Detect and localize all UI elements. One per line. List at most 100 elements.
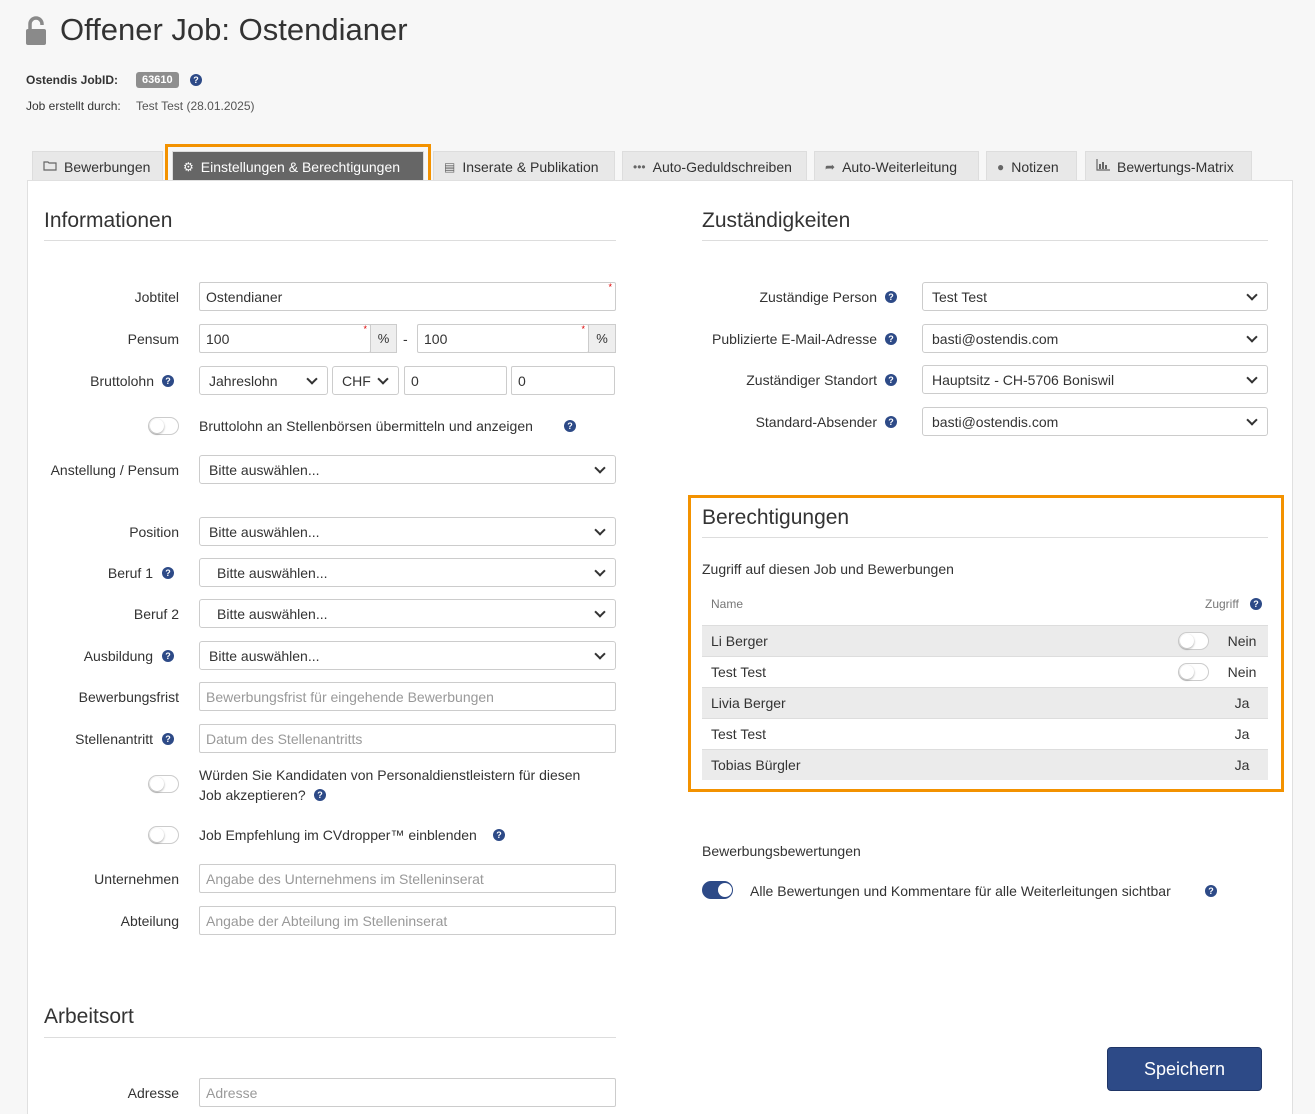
help-icon[interactable]: ? [190, 74, 202, 86]
help-icon[interactable]: ? [493, 829, 505, 841]
bar-chart-icon [1096, 159, 1110, 174]
ausbildung-select[interactable]: Bitte auswählen... [199, 641, 616, 670]
bruttolohn-from-input[interactable]: 0 [404, 366, 507, 395]
pensum-dash: - [403, 331, 408, 347]
save-button[interactable]: Speichern [1107, 1047, 1262, 1091]
personaldienstleister-label-line2: Job akzeptieren? [199, 787, 306, 803]
toggle-knob [1180, 634, 1194, 648]
bruttolohn-publish-toggle[interactable] [148, 417, 179, 435]
select-value: CHF [342, 372, 371, 389]
access-toggle[interactable] [1178, 663, 1209, 681]
tab-notizen[interactable]: ● Notizen [986, 151, 1077, 181]
tab-label: Bewerbungen [64, 158, 151, 175]
tab-bewertungs-matrix[interactable]: Bewertungs-Matrix [1085, 151, 1252, 181]
email-select[interactable]: basti@ostendis.com [922, 324, 1268, 353]
beruf1-label: Beruf 1 [107, 565, 153, 581]
table-row: Livia Berger Ja [702, 687, 1268, 718]
pensum-label: Pensum [127, 331, 179, 347]
table-row: Li Berger Nein [702, 625, 1268, 656]
bewertungen-visible-toggle[interactable] [702, 881, 733, 899]
select-value: Bitte auswählen... [209, 647, 320, 664]
help-icon[interactable]: ? [564, 420, 576, 432]
email-label: Publizierte E-Mail-Adresse [712, 331, 877, 347]
divider [44, 240, 616, 241]
help-icon[interactable]: ? [314, 789, 326, 801]
beruf2-select[interactable]: Bitte auswählen... [199, 599, 616, 628]
help-icon[interactable]: ? [885, 333, 897, 345]
chevron-down-icon [594, 564, 606, 577]
zustaendige-person-select[interactable]: Test Test [922, 282, 1268, 311]
unternehmen-label: Unternehmen [94, 871, 179, 887]
section-title-berechtigungen: Berechtigungen [702, 506, 850, 529]
cvdropper-toggle[interactable] [148, 826, 179, 844]
chevron-down-icon [1246, 413, 1258, 426]
beruf2-label: Beruf 2 [133, 606, 179, 622]
user-name: Test Test [711, 664, 766, 680]
standort-select[interactable]: Hauptsitz - CH-5706 Boniswil [922, 365, 1268, 394]
chevron-down-icon [1246, 330, 1258, 343]
tab-bewerbungen[interactable]: Bewerbungen [32, 151, 163, 181]
position-select[interactable]: Bitte auswählen... [199, 517, 616, 546]
help-icon[interactable]: ? [162, 650, 174, 662]
currency-select[interactable]: CHF [332, 366, 399, 395]
cvdropper-label: Job Empfehlung im CVdropper™ einblenden [199, 827, 477, 843]
jobid-badge: 63610 [136, 72, 179, 88]
jobtitel-label: Jobtitel [134, 289, 179, 305]
personaldienstleister-label-line1: Würden Sie Kandidaten von Personaldienst… [199, 767, 581, 783]
bruttolohn-to-input[interactable]: 0 [511, 366, 615, 395]
personaldienstleister-toggle[interactable] [148, 775, 179, 793]
user-name: Tobias Bürgler [711, 757, 801, 773]
tab-auto-geduldschreiben[interactable]: ••• Auto-Geduldschreiben [622, 151, 807, 181]
ausbildung-label: Ausbildung [83, 648, 153, 664]
bruttolohn-type-select[interactable]: Jahreslohn [199, 366, 328, 395]
select-value: Bitte auswählen... [217, 564, 328, 581]
help-icon[interactable]: ? [162, 375, 174, 387]
select-value: basti@ostendis.com [932, 413, 1059, 430]
table-row: Test Test Nein [702, 656, 1268, 687]
section-title-zustaendigkeiten: Zuständigkeiten [702, 209, 851, 232]
user-name: Test Test [711, 726, 766, 742]
unternehmen-input[interactable]: Angabe des Unternehmens im Stelleninsera… [199, 864, 616, 893]
help-icon[interactable]: ? [1205, 885, 1217, 897]
beruf1-select[interactable]: Bitte auswählen... [199, 558, 616, 587]
help-icon[interactable]: ? [885, 416, 897, 428]
bewerbungsfrist-input[interactable]: Bewerbungsfrist für eingehende Bewerbung… [199, 682, 616, 711]
toggle-knob [150, 777, 164, 791]
help-icon[interactable]: ? [885, 291, 897, 303]
access-value: Nein [1227, 664, 1257, 680]
bewertungen-toggle-label: Alle Bewertungen und Kommentare für alle… [750, 883, 1171, 899]
absender-select[interactable]: basti@ostendis.com [922, 407, 1268, 436]
absender-label: Standard-Absender [755, 414, 877, 430]
jobtitel-input[interactable]: Ostendianer [199, 282, 616, 311]
help-icon[interactable]: ? [885, 374, 897, 386]
user-name: Li Berger [711, 633, 768, 649]
pensum-from-input[interactable]: 100 [199, 324, 371, 353]
bruttolohn-publish-label: Bruttolohn an Stellenbörsen übermitteln … [199, 418, 533, 434]
toggle-knob [150, 828, 164, 842]
help-icon[interactable]: ? [1250, 598, 1262, 610]
abteilung-label: Abteilung [120, 913, 179, 929]
select-value: Hauptsitz - CH-5706 Boniswil [932, 371, 1115, 388]
share-icon: ➦ [825, 159, 836, 174]
tab-auto-weiterleitung[interactable]: ➦ Auto-Weiterleitung [814, 151, 979, 181]
percent-addon: % [588, 324, 616, 353]
access-toggle[interactable] [1178, 632, 1209, 650]
dots-icon: ••• [633, 159, 646, 174]
chevron-down-icon [1246, 288, 1258, 301]
tab-inserate[interactable]: ▤ Inserate & Publikation [433, 151, 615, 181]
column-header-name: Name [711, 597, 744, 611]
adresse-input[interactable]: Adresse [199, 1078, 616, 1107]
chevron-down-icon [306, 372, 318, 385]
anstellung-select[interactable]: Bitte auswählen... [199, 455, 616, 484]
pensum-to-input[interactable]: 100 [417, 324, 589, 353]
tab-highlight-frame [165, 144, 431, 185]
help-icon[interactable]: ? [162, 733, 174, 745]
lock-icon [24, 16, 48, 46]
chevron-down-icon [594, 523, 606, 536]
access-value: Ja [1234, 695, 1250, 711]
abteilung-input[interactable]: Angabe der Abteilung im Stelleninserat [199, 906, 616, 935]
section-title-arbeitsort: Arbeitsort [44, 1005, 134, 1028]
help-icon[interactable]: ? [162, 567, 174, 579]
stellenantritt-input[interactable]: Datum des Stellenantritts [199, 724, 616, 753]
chevron-down-icon [594, 647, 606, 660]
